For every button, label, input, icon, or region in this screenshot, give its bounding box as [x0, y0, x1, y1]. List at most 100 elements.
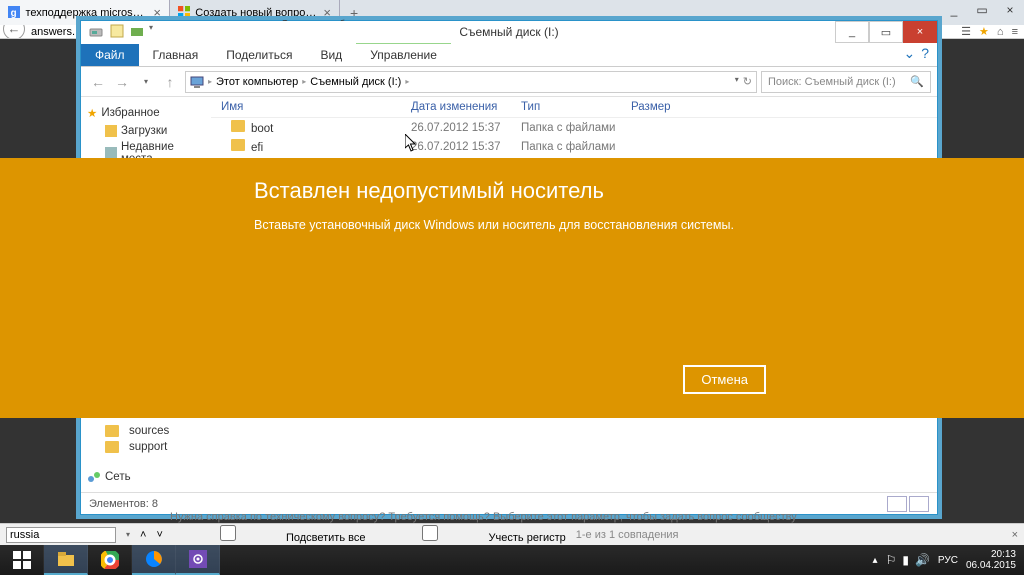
find-input[interactable] [6, 527, 116, 543]
ribbon-file-tab[interactable]: Файл [81, 44, 139, 66]
search-placeholder: Поиск: Съемный диск (I:) [768, 76, 896, 88]
explorer-search-input[interactable]: Поиск: Съемный диск (I:) 🔍 [761, 71, 931, 93]
sidebar-item-sources[interactable]: sources [85, 423, 207, 439]
tray-time: 20:13 [966, 549, 1016, 560]
explorer-maximize-button[interactable]: ▭ [869, 21, 903, 43]
explorer-close-button[interactable]: × [903, 21, 937, 43]
ribbon-tab-view[interactable]: Вид [306, 44, 356, 66]
tab-label: техподдержка microsoft - ... [25, 7, 148, 19]
find-next-button[interactable]: ˅ [156, 529, 162, 541]
star-icon[interactable]: ★ [979, 25, 989, 38]
dialog-title: Вставлен недопустимый носитель [254, 178, 770, 204]
quick-access-toolbar: ▾ [109, 23, 153, 39]
ribbon-tab-share[interactable]: Поделиться [212, 44, 306, 66]
checkbox-label: Подсветить все [286, 532, 366, 544]
window-title: Съемный диск (I:) [459, 25, 558, 39]
folder-icon [231, 120, 245, 132]
taskbar-explorer-button[interactable] [44, 545, 88, 575]
sidebar-item-support[interactable]: support [85, 439, 207, 455]
breadcrumb-sep-icon[interactable]: ▸ [302, 77, 306, 86]
col-header-name[interactable]: Имя [211, 101, 411, 113]
close-button[interactable]: × [996, 0, 1024, 20]
tray-lang[interactable]: РУС [938, 555, 958, 566]
menu-icon[interactable]: ≡ [1012, 26, 1018, 38]
taskbar-chrome-button[interactable] [88, 545, 132, 575]
taskbar-settings-button[interactable] [176, 545, 220, 575]
favorites-star-icon: ★ [87, 106, 97, 120]
home-icon[interactable]: ⌂ [997, 26, 1004, 38]
qat-new-folder-icon[interactable] [129, 23, 145, 39]
ribbon-tabs: Файл Главная Поделиться Вид Управление ⌄… [81, 43, 937, 67]
system-tray: ▴ ⚐ ▮ 🔊 РУС 20:13 06.04.2015 [865, 549, 1024, 571]
reader-icon[interactable]: ☰ [961, 25, 971, 38]
nav-history-button[interactable]: ▾ [135, 71, 157, 93]
find-close-button[interactable]: × [1012, 529, 1018, 541]
qat-properties-icon[interactable] [109, 23, 125, 39]
address-text[interactable]: answers. [31, 26, 75, 38]
view-icons-button[interactable] [909, 496, 929, 512]
find-dropdown-icon[interactable]: ▾ [126, 530, 130, 539]
sidebar-item-label: sources [129, 425, 169, 437]
refresh-icon[interactable]: ↻ [743, 75, 752, 88]
ribbon-expand-icon[interactable]: ⌄ [903, 45, 915, 62]
breadcrumb-dropdown-icon[interactable]: ▾ [735, 75, 739, 88]
svg-text:g: g [11, 7, 17, 18]
folder-icon [105, 441, 119, 453]
tray-flag-icon[interactable]: ⚐ [886, 553, 897, 567]
explorer-titlebar[interactable]: ▾ Съемный диск (I:) _ ▭ × [81, 21, 937, 43]
breadcrumb-item[interactable]: Этот компьютер [216, 76, 298, 88]
file-date: 26.07.2012 15:37 [411, 141, 521, 153]
sidebar-item-label: support [129, 441, 167, 453]
highlight-all-checkbox[interactable]: Подсветить все [173, 525, 366, 544]
maximize-button[interactable]: ▭ [968, 0, 996, 20]
taskbar: ▴ ⚐ ▮ 🔊 РУС 20:13 06.04.2015 [0, 545, 1024, 575]
explorer-minimize-button[interactable]: _ [835, 21, 869, 43]
file-row[interactable]: boot 26.07.2012 15:37 Папка с файлами [211, 118, 937, 137]
file-row[interactable]: efi 26.07.2012 15:37 Папка с файлами [211, 137, 937, 156]
breadcrumb[interactable]: ▸ Этот компьютер ▸ Съемный диск (I:) ▸ ▾… [185, 71, 757, 93]
cancel-button[interactable]: Отмена [683, 365, 766, 394]
ribbon-tab-home[interactable]: Главная [139, 44, 213, 66]
taskbar-firefox-button[interactable] [132, 545, 176, 575]
back-button[interactable]: ← [3, 25, 25, 39]
tray-clock[interactable]: 20:13 06.04.2015 [966, 549, 1016, 571]
drive-icon [89, 25, 103, 39]
breadcrumb-item[interactable]: Съемный диск (I:) [310, 76, 401, 88]
search-icon[interactable]: 🔍 [910, 75, 924, 88]
find-prev-button[interactable]: ˄ [140, 529, 146, 541]
nav-forward-button[interactable]: → [111, 71, 133, 93]
breadcrumb-sep-icon[interactable]: ▸ [405, 77, 409, 86]
match-case-checkbox[interactable]: Учесть регистр [375, 525, 565, 544]
start-button[interactable] [0, 545, 44, 575]
tray-expand-icon[interactable]: ▴ [873, 555, 878, 566]
sidebar-item-label: Загрузки [121, 125, 167, 137]
folder-icon [105, 425, 119, 437]
view-details-button[interactable] [887, 496, 907, 512]
file-type: Папка с файлами [521, 122, 631, 134]
column-headers[interactable]: Имя Дата изменения Тип Размер [211, 97, 937, 118]
find-bar: ▾ ˄ ˅ Подсветить все Учесть регистр 1-е … [0, 523, 1024, 545]
tab-close-icon[interactable]: × [153, 5, 161, 20]
tray-battery-icon[interactable]: ▮ [902, 553, 909, 567]
window-controls: _ ▭ × [940, 0, 1024, 25]
qat-dropdown-icon[interactable]: ▾ [149, 23, 153, 39]
ribbon-tab-manage[interactable]: Управление [356, 41, 451, 66]
minimize-button[interactable]: _ [940, 0, 968, 20]
dialog-text: Вставьте установочный диск Windows или н… [254, 218, 770, 232]
col-header-type[interactable]: Тип [521, 101, 631, 113]
breadcrumb-sep-icon[interactable]: ▸ [208, 77, 212, 86]
file-date: 26.07.2012 15:37 [411, 122, 521, 134]
tray-date: 06.04.2015 [966, 560, 1016, 571]
ribbon-help-icon[interactable]: ? [921, 45, 929, 62]
tab-close-icon[interactable]: × [323, 5, 331, 20]
nav-up-button[interactable]: ↑ [159, 71, 181, 93]
checkbox-label: Учесть регистр [489, 532, 566, 544]
col-header-size[interactable]: Размер [631, 101, 711, 113]
sidebar-network[interactable]: Сеть [85, 467, 207, 487]
col-header-date[interactable]: Дата изменения [411, 101, 521, 113]
pc-icon [190, 75, 204, 89]
sidebar-favorites[interactable]: ★ Избранное [85, 103, 207, 123]
sidebar-item-downloads[interactable]: Загрузки [85, 123, 207, 139]
nav-back-button[interactable]: ← [87, 71, 109, 93]
tray-volume-icon[interactable]: 🔊 [915, 553, 930, 567]
